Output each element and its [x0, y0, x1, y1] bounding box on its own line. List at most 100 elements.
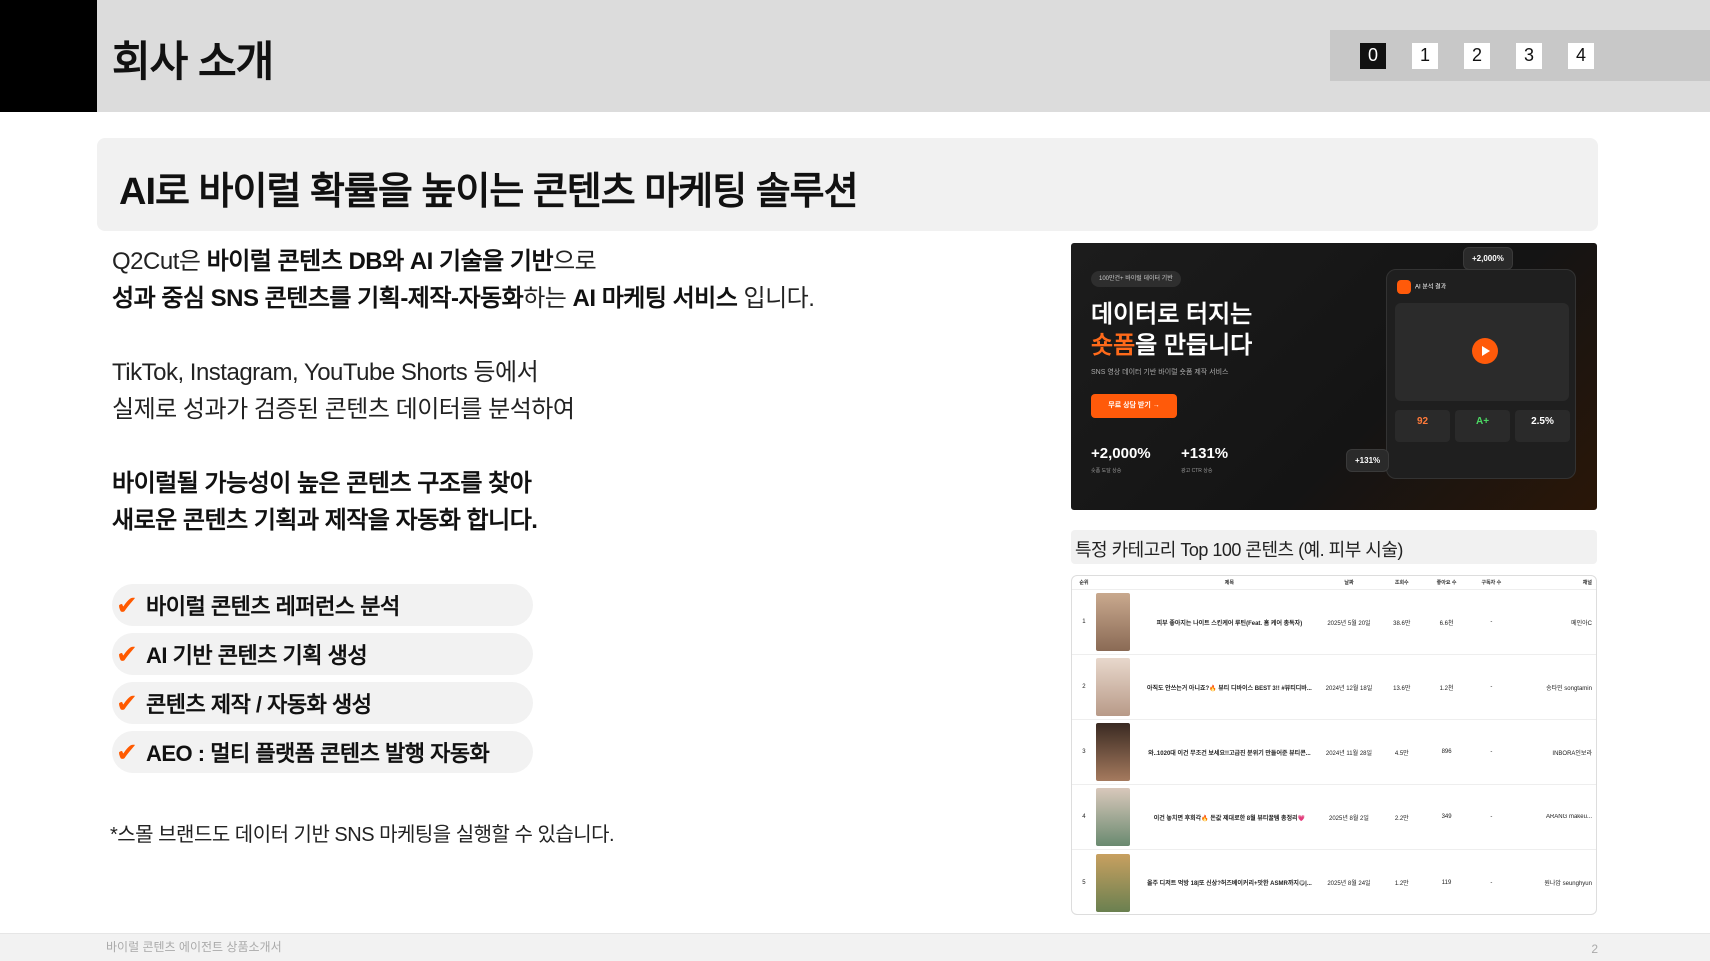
page-button-0[interactable]: 0	[1360, 42, 1386, 69]
hero-subtitle: SNS 영상 데이터 기반 바이럴 숏폼 제작 서비스	[1091, 369, 1229, 376]
intro-text: Q2Cut은 바이럴 콘텐츠 DB와 AI 기술을 기반으로 성과 중심 SNS…	[112, 243, 815, 576]
headline: AI로 바이럴 확률을 높이는 콘텐츠 마케팅 솔루션	[119, 171, 859, 213]
footnote: *스몰 브랜드도 데이터 기반 SNS 마케팅을 실행할 수 있습니다.	[110, 824, 615, 846]
floating-stat-card: +2,000%	[1463, 247, 1513, 270]
page-button-4[interactable]: 4	[1568, 42, 1594, 69]
table-row[interactable]: 5 올주 디저트 먹방 18|또 신상?허즈베이커리+맛한 ASMR까지😋|..…	[1072, 850, 1596, 914]
feature-label: 바이럴 콘텐츠 레퍼런스 분석	[146, 594, 400, 619]
feature-item: ✔ AI 기반 콘텐츠 기획 생성	[112, 633, 533, 675]
col-rank: 순위	[1079, 580, 1089, 586]
consult-button[interactable]: 무료 상담 받기 →	[1091, 394, 1177, 418]
page-button-1[interactable]: 1	[1412, 42, 1438, 69]
play-icon[interactable]	[1472, 338, 1498, 364]
intro-line: 실제로 성과가 검증된 콘텐츠 데이터를 분석하여	[112, 396, 575, 423]
intro-text-span: Q2Cut은	[112, 248, 207, 275]
cell-likes: 896	[1441, 749, 1452, 755]
cell-views: 13.6만	[1393, 685, 1411, 692]
cell-thumb	[1095, 853, 1140, 912]
headline-banner: AI로 바이럴 확률을 높이는 콘텐츠 마케팅 솔루션	[97, 138, 1598, 231]
col-subs: 구독자 수	[1481, 580, 1502, 586]
table-header: 순위 제목 날짜 조회수 좋아요 수 구독자 수 채널	[1072, 576, 1596, 590]
feature-item: ✔ 바이럴 콘텐츠 레퍼런스 분석	[112, 584, 533, 626]
slide-pager: 0 1 2 3 4	[1330, 30, 1710, 81]
video-thumbnail	[1095, 853, 1130, 912]
cell-thumb	[1095, 723, 1140, 781]
intro-bold-span: AI 마케팅 서비스	[572, 285, 738, 312]
footer-doc-title: 바이럴 콘텐츠 에이전트 상품소개서	[106, 940, 282, 954]
feature-item: ✔ 콘텐츠 제작 / 자동화 생성	[112, 682, 533, 724]
cell-rank: 1	[1082, 619, 1086, 625]
hero-badge: 100만건+ 바이럴 데이터 기반	[1091, 271, 1181, 287]
table-caption-box: 특정 카테고리 Top 100 콘텐츠 (예. 피부 시술)	[1071, 530, 1597, 564]
cell-date: 2025년 5월 20일	[1327, 620, 1371, 627]
feature-label: AEO : 멀티 플랫폼 콘텐츠 발행 자동화	[146, 741, 490, 766]
page-button-2[interactable]: 2	[1464, 42, 1490, 69]
cell-views: 4.5만	[1394, 750, 1409, 757]
hero-stat-reach: +2,000%	[1091, 445, 1151, 462]
feature-label: 콘텐츠 제작 / 자동화 생성	[146, 692, 372, 717]
cell-thumb	[1095, 658, 1140, 716]
page-button-3[interactable]: 3	[1516, 42, 1542, 69]
col-likes: 좋아요 수	[1436, 580, 1457, 586]
floating-stat-card: +131%	[1346, 449, 1390, 472]
cell-channel: INBORA인보라	[1552, 750, 1592, 757]
cell-title: 이건 놓치면 후회각🔥 돈값 제대로한 8월 뷰티꿀템 총정리💗	[1153, 815, 1306, 822]
video-thumbnail	[1095, 593, 1130, 651]
cell-views: 2.2만	[1394, 815, 1409, 822]
hero-stat-reach-label: 숏폼 도달 상승	[1091, 468, 1122, 474]
cell-channel: 메인아C	[1571, 620, 1592, 627]
metric-ctr: 2.5%	[1515, 410, 1570, 442]
product-hero-screenshot: 100만건+ 바이럴 데이터 기반 데이터로 터지는 숏폼을 만듭니다 SNS …	[1071, 243, 1597, 510]
cell-likes: 6.6천	[1439, 620, 1454, 627]
hero-title-line: 데이터로 터지는	[1091, 301, 1253, 328]
intro-line: 새로운 콘텐츠 기획과 제작을 자동화 합니다.	[112, 507, 538, 534]
hero-stat-ctr-label: 광고 CTR 상승	[1181, 468, 1213, 474]
cell-subs: -	[1490, 749, 1493, 755]
cell-rank: 2	[1082, 684, 1086, 690]
intro-text-span: 입니다.	[737, 285, 815, 312]
check-icon: ✔	[116, 736, 138, 767]
cell-title: 올주 디저트 먹방 18|또 신상?허즈베이커리+맛한 ASMR까지😋|...	[1146, 881, 1312, 887]
cell-title: 와..1020대 이건 무조건 보세요!!고급진 분위기 만들어준 뷰티콘...	[1148, 750, 1311, 757]
feature-item: ✔ AEO : 멀티 플랫폼 콘텐츠 발행 자동화	[112, 731, 533, 773]
intro-text-span: 하는	[523, 285, 573, 312]
cell-title: 피부 좋아지는 나이트 스킨케어 루틴(Feat. 홈 케어 총독자)	[1156, 620, 1303, 627]
metric-grade: A+	[1455, 410, 1510, 442]
cell-subs: -	[1490, 684, 1493, 690]
cell-likes: 1.2천	[1439, 685, 1454, 692]
table-row[interactable]: 4 이건 놓치면 후회각🔥 돈값 제대로한 8월 뷰티꿀템 총정리💗 2025년…	[1072, 785, 1596, 850]
footer-page-number: 2	[1591, 942, 1598, 956]
table-row[interactable]: 2 아직도 안쓰는거 아니죠?🔥 뷰티 디바이스 BEST 3!! #뷰티디바.…	[1072, 655, 1596, 720]
cell-channel: 송타민 songtamin	[1546, 685, 1592, 692]
cell-title: 아직도 안쓰는거 아니죠?🔥 뷰티 디바이스 BEST 3!! #뷰티디바...	[1146, 685, 1312, 692]
table-row[interactable]: 3 와..1020대 이건 무조건 보세요!!고급진 분위기 만들어준 뷰티콘.…	[1072, 720, 1596, 785]
cell-rank: 4	[1082, 814, 1086, 820]
intro-paragraph-1: Q2Cut은 바이럴 콘텐츠 DB와 AI 기술을 기반으로 성과 중심 SNS…	[112, 243, 815, 317]
logo-icon	[1397, 280, 1411, 294]
page-title: 회사 소개	[112, 38, 274, 85]
panel-header: AI 분석 결과	[1397, 280, 1446, 294]
cell-channel: ARANG makeu...	[1545, 814, 1592, 820]
intro-paragraph-3: 바이럴될 가능성이 높은 콘텐츠 구조를 찾아 새로운 콘텐츠 기획과 제작을 …	[112, 465, 814, 539]
cell-date: 2025년 8월 2일	[1329, 815, 1369, 822]
header-accent-block	[0, 0, 97, 112]
video-thumbnail	[1095, 723, 1130, 781]
hero-title-line: 을 만듭니다	[1135, 332, 1253, 359]
feature-list: ✔ 바이럴 콘텐츠 레퍼런스 분석 ✔ AI 기반 콘텐츠 기획 생성 ✔ 콘텐…	[112, 584, 533, 780]
video-thumbnail	[1095, 788, 1130, 846]
col-views: 조회수	[1394, 580, 1409, 586]
video-thumbnail	[1095, 658, 1130, 716]
col-date: 날짜	[1344, 580, 1354, 586]
panel-title: AI 분석 결과	[1415, 284, 1447, 291]
video-preview	[1395, 303, 1569, 401]
feature-label: AI 기반 콘텐츠 기획 생성	[146, 643, 368, 668]
cell-subs: -	[1490, 814, 1493, 820]
check-icon: ✔	[116, 638, 138, 669]
cell-date: 2024년 12월 18일	[1325, 685, 1373, 692]
col-channel: 채널	[1582, 580, 1592, 586]
intro-bold-span: 성과 중심 SNS 콘텐츠를 기획-제작-자동화	[112, 285, 524, 312]
cell-likes: 119	[1441, 879, 1452, 886]
hero-title: 데이터로 터지는 숏폼을 만듭니다	[1091, 299, 1252, 361]
ai-analysis-panel: AI 분석 결과 92 A+ 2.5%	[1386, 269, 1576, 479]
table-row[interactable]: 1 피부 좋아지는 나이트 스킨케어 루틴(Feat. 홈 케어 총독자) 20…	[1072, 590, 1596, 655]
